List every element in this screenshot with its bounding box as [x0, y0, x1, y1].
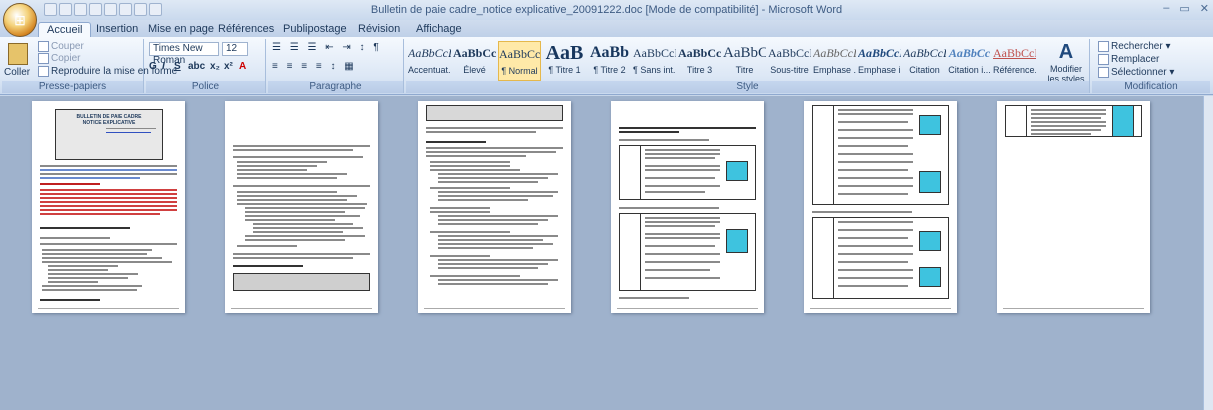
style-accentuation[interactable]: AaBbCcDAccentuat... [408, 41, 451, 81]
style-emphase[interactable]: AaBbCcDEmphase ... [813, 41, 856, 81]
scissors-icon [38, 41, 49, 52]
italic-button[interactable]: I [162, 61, 165, 72]
page-1-title-box: BULLETIN DE PAIE CADRE NOTICE EXPLICATIV… [55, 109, 163, 160]
superscript-button[interactable]: x² [224, 61, 233, 72]
ribbon: Coller Couper Copier Reproduire la mise … [0, 37, 1213, 95]
office-button[interactable]: ⊞ [3, 3, 37, 37]
page-3-gray-box [426, 105, 563, 121]
font-color-button[interactable]: A [239, 61, 246, 72]
minimize-icon[interactable]: – [1163, 2, 1169, 15]
clipboard-group: Coller Couper Copier Reproduire la mise … [2, 39, 177, 93]
font-label: Police [146, 81, 265, 93]
paragraph-group: ☰ ☰ ☰ ⇤ ⇥ ↕ ¶ ≡ ≡ ≡ ≡ ↕ ▦ Paragraphe [268, 39, 404, 93]
style-titre-2[interactable]: AaBb ¶ Titre 2 [588, 41, 631, 81]
replace-button[interactable]: Remplacer [1098, 54, 1159, 65]
page-1[interactable]: BULLETIN DE PAIE CADRE NOTICE EXPLICATIV… [32, 101, 185, 313]
align-buttons[interactable]: ≡ ≡ ≡ ≡ ↕ ▦ [272, 61, 357, 72]
font-group: Times New Roman 12 G I S abc x₂ x² A Pol… [146, 39, 266, 93]
list-buttons[interactable]: ☰ ☰ ☰ ⇤ ⇥ ↕ ¶ [272, 42, 382, 53]
styles-group: AaBbCcDAccentuat... AaBbCcDÉlevé AaBbCcI… [406, 39, 1090, 93]
tab-references[interactable]: Références [210, 22, 282, 37]
clipboard-label: Presse-papiers [2, 81, 143, 93]
tab-revision[interactable]: Révision [350, 22, 408, 37]
paragraph-label: Paragraphe [268, 81, 403, 93]
change-styles-icon: A [1058, 41, 1074, 63]
maximize-icon[interactable]: ▭ [1179, 2, 1189, 15]
select-button[interactable]: Sélectionner ▾ [1098, 67, 1174, 78]
page-2[interactable] [225, 101, 378, 313]
tab-insertion[interactable]: Insertion [88, 22, 146, 37]
font-size-select[interactable]: 12 [222, 42, 248, 56]
ribbon-tabs: Accueil Insertion Mise en page Référence… [0, 20, 1213, 37]
strikethrough-button[interactable]: abc [188, 61, 205, 72]
paste-icon[interactable] [8, 43, 28, 65]
page-4[interactable] [611, 101, 764, 313]
replace-icon [1098, 54, 1109, 65]
vertical-scrollbar[interactable] [1203, 96, 1213, 410]
page-6[interactable] [997, 101, 1150, 313]
paste-button[interactable]: Coller [4, 67, 30, 78]
page-3[interactable] [418, 101, 571, 313]
font-name-select[interactable]: Times New Roman [149, 42, 219, 66]
bold-button[interactable]: G [149, 61, 157, 72]
window-title: Bulletin de paie cadre_notice explicativ… [370, 4, 843, 16]
window-controls: – ▭ ✕ [1163, 2, 1209, 15]
cursor-icon [1098, 67, 1109, 78]
change-styles-button[interactable]: A Modifier les styles [1046, 41, 1086, 84]
cut-button[interactable]: Couper [38, 41, 84, 52]
style-titre-3[interactable]: AaBbCcITitre 3 [678, 41, 721, 81]
style-citation[interactable]: AaBbCcL Citation [903, 41, 946, 81]
tab-publipostage[interactable]: Publipostage [275, 22, 355, 37]
subscript-button[interactable]: x₂ [210, 61, 220, 72]
style-citation-intense[interactable]: AaBbCc Citation i... [948, 41, 991, 81]
styles-label: Style [406, 81, 1089, 93]
style-emphase-intense[interactable]: AaBbCcDEmphase i... [858, 41, 901, 81]
binoculars-icon [1098, 41, 1109, 52]
tab-affichage[interactable]: Affichage [408, 22, 470, 37]
style-sous-titre[interactable]: AaBbCcI Sous-titre [768, 41, 811, 81]
style-normal[interactable]: AaBbCcI ¶ Normal [498, 41, 541, 81]
title-bar: Bulletin de paie cadre_notice explicativ… [0, 0, 1213, 20]
editing-label: Modification [1092, 81, 1210, 93]
editing-group: Rechercher ▾ Remplacer Sélectionner ▾ Mo… [1092, 39, 1210, 93]
underline-button[interactable]: S [174, 61, 181, 72]
copy-icon [38, 53, 49, 64]
style-eleve[interactable]: AaBbCcDÉlevé [453, 41, 496, 81]
style-titre-1[interactable]: AaB ¶ Titre 1 [543, 41, 586, 81]
page-5[interactable] [804, 101, 957, 313]
style-sans-interligne[interactable]: AaBbCcI ¶ Sans int... [633, 41, 676, 81]
find-button[interactable]: Rechercher ▾ [1098, 41, 1171, 52]
style-reference[interactable]: AaBbCcDRéférence... [993, 41, 1036, 81]
close-icon[interactable]: ✕ [1200, 2, 1209, 15]
tab-accueil[interactable]: Accueil [38, 22, 92, 37]
page-2-gray-box [233, 273, 370, 291]
brush-icon [38, 66, 49, 77]
copy-button[interactable]: Copier [38, 53, 80, 64]
style-titre[interactable]: AaBbC Titre [723, 41, 766, 81]
